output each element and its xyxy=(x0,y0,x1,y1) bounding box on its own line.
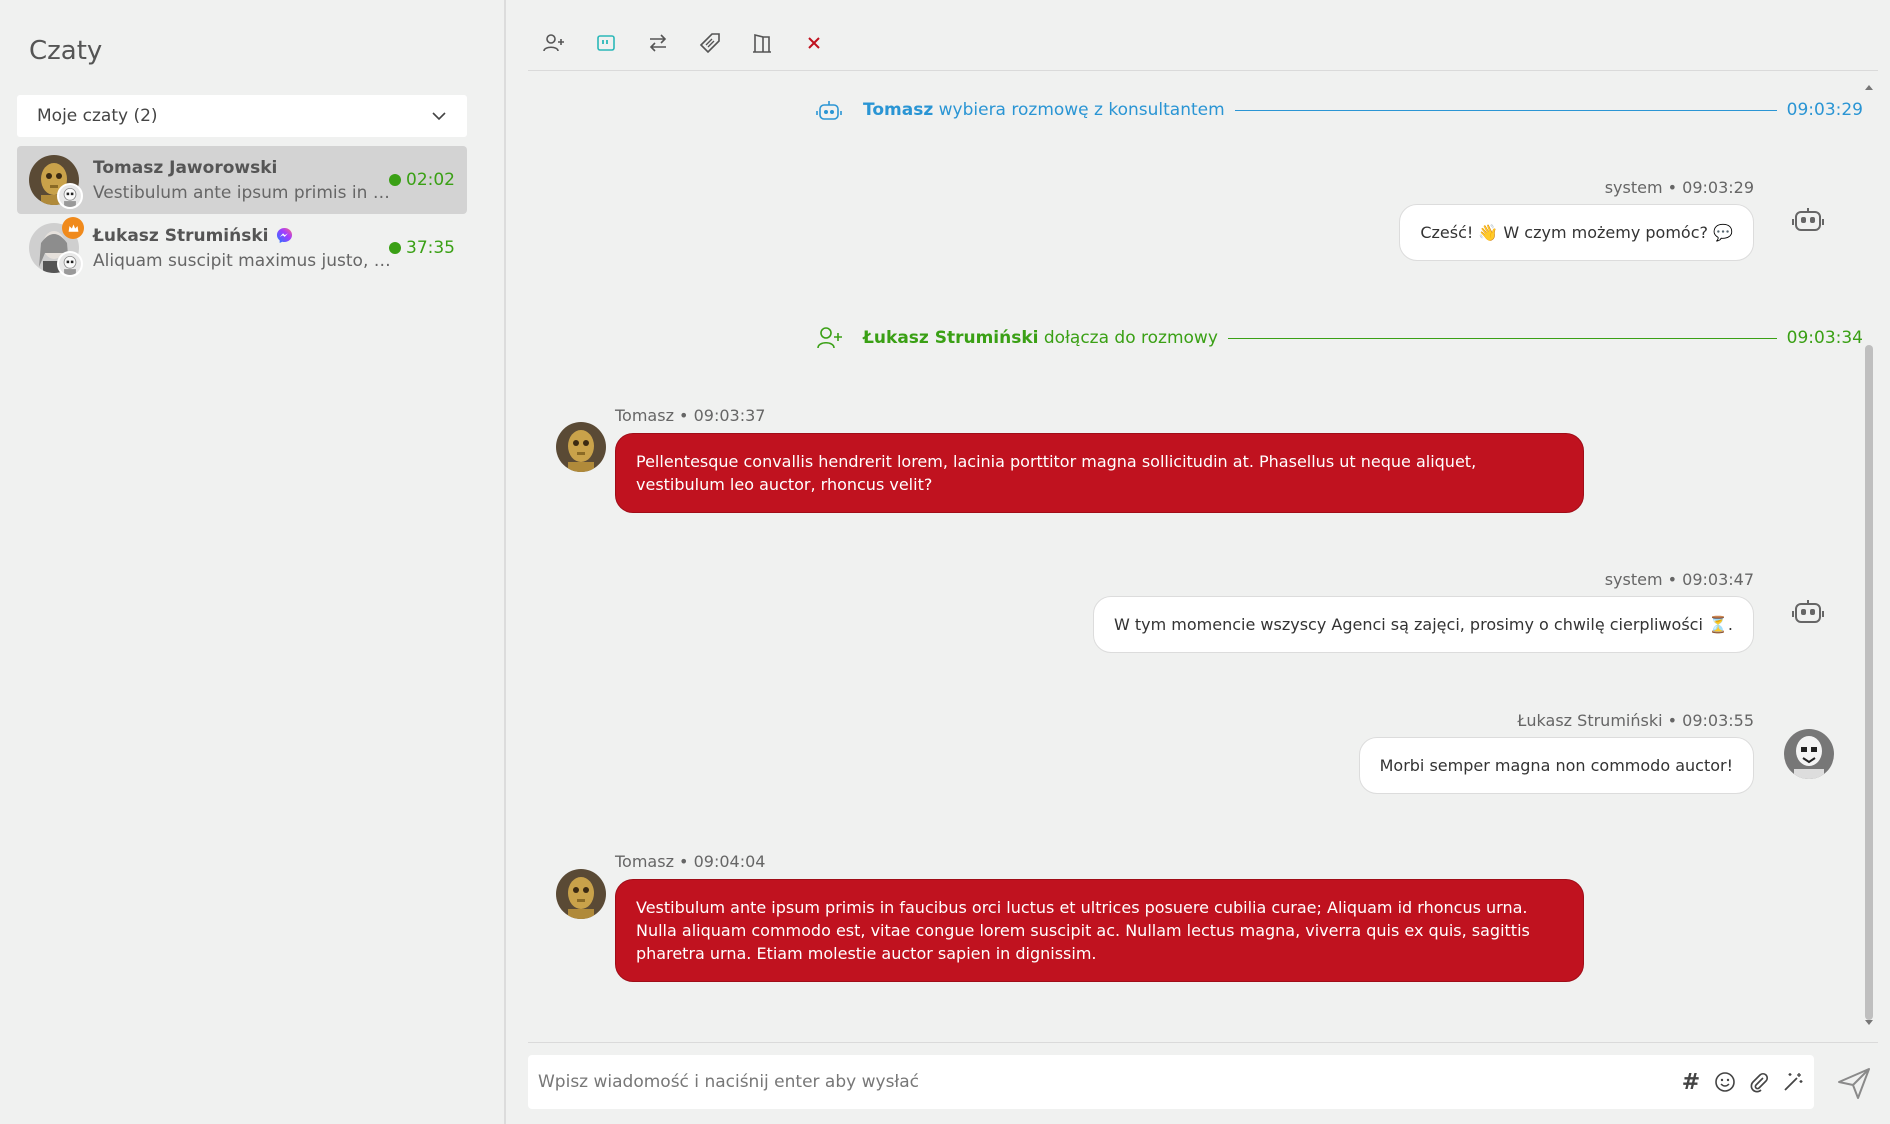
tag-button[interactable] xyxy=(684,22,736,64)
chat-contact-name: Tomasz Jaworowski xyxy=(93,157,278,178)
chat-preview: Aliquam suscipit maximus justo, quis ... xyxy=(93,250,393,271)
chat-list-item[interactable]: Łukasz Strumiński Aliquam suscipit maxim… xyxy=(17,214,467,282)
leave-chat-button[interactable] xyxy=(736,22,788,64)
attachment-button[interactable] xyxy=(1748,1071,1770,1093)
chat-filter-label: Moje czaty (2) xyxy=(37,106,158,126)
chat-preview: Vestibulum ante ipsum primis in fauci... xyxy=(93,182,393,203)
add-user-button[interactable] xyxy=(528,22,580,64)
scroll-thumb[interactable] xyxy=(1865,345,1873,1020)
chat-time: 37:35 xyxy=(406,238,455,258)
bot-icon xyxy=(1792,208,1824,231)
chat-time: 02:02 xyxy=(406,170,455,190)
quote-icon xyxy=(597,35,615,51)
transfer-button[interactable] xyxy=(632,22,684,64)
composer-divider xyxy=(528,1042,1878,1043)
online-status-dot xyxy=(389,242,401,254)
toolbar-divider xyxy=(528,70,1878,71)
event-time: 09:03:29 xyxy=(1786,100,1863,120)
sidebar-title: Czaty xyxy=(29,36,103,66)
message-bubble: Morbi semper magna non commodo auctor! xyxy=(1358,737,1754,794)
message-list: Tomasz wybiera rozmowę z konsultantem 09… xyxy=(528,72,1864,1042)
chat-toolbar xyxy=(528,22,840,64)
system-event: Łukasz Strumiński dołącza do rozmowy 09:… xyxy=(815,324,1863,352)
tag-icon xyxy=(699,33,720,54)
bot-icon xyxy=(1792,600,1824,623)
message-bubble: Vestibulum ante ipsum primis in faucibus… xyxy=(615,879,1584,982)
avatar xyxy=(1784,729,1834,779)
scroll-down-icon[interactable] xyxy=(1865,1020,1873,1025)
agent-avatar-image xyxy=(57,251,83,277)
scroll-up-icon[interactable] xyxy=(1865,85,1873,90)
message-scrollbar[interactable] xyxy=(1862,80,1876,1030)
composer-tools: # xyxy=(1680,1070,1804,1095)
chat-sidebar: Czaty Moje czaty (2) Tomasz Jaworowski V… xyxy=(0,0,506,1124)
message-bubble: Cześć! 👋 W czym możemy pomóc? 💬 xyxy=(1399,204,1754,261)
avatar xyxy=(29,155,83,209)
avatar xyxy=(556,422,606,472)
magic-wand-icon xyxy=(1784,1073,1803,1091)
message-meta: system • 09:03:29 xyxy=(1604,178,1754,197)
send-button[interactable] xyxy=(1834,1063,1874,1103)
chat-filter-dropdown[interactable]: Moje czaty (2) xyxy=(17,95,467,137)
event-user-name: Tomasz xyxy=(863,100,934,120)
leave-icon xyxy=(753,33,771,53)
close-icon xyxy=(808,37,820,49)
agent-avatar-image xyxy=(57,183,83,209)
event-text: dołącza do rozmowy xyxy=(1043,328,1218,348)
message-meta: Tomasz • 09:03:37 xyxy=(615,406,766,425)
event-divider xyxy=(1227,337,1777,339)
chat-timer: 02:02 xyxy=(389,170,455,190)
message-meta: Tomasz • 09:04:04 xyxy=(615,852,766,871)
message-meta: Łukasz Strumiński • 09:03:55 xyxy=(1517,711,1754,730)
event-time: 09:03:34 xyxy=(1786,328,1863,348)
system-event: Tomasz wybiera rozmowę z konsultantem 09… xyxy=(815,96,1863,124)
message-meta: system • 09:03:47 xyxy=(1604,570,1754,589)
send-icon xyxy=(1838,1068,1870,1099)
paperclip-icon xyxy=(1750,1072,1769,1093)
bot-icon xyxy=(815,96,843,124)
message-input[interactable] xyxy=(538,1072,1680,1092)
chevron-down-icon xyxy=(432,112,446,121)
emoji-icon xyxy=(1715,1072,1735,1092)
avatar xyxy=(556,869,606,919)
event-divider xyxy=(1234,109,1777,111)
chat-list-item[interactable]: Tomasz Jaworowski Vestibulum ante ipsum … xyxy=(17,146,467,214)
transfer-icon xyxy=(649,34,667,52)
chat-timer: 37:35 xyxy=(389,238,455,258)
event-text: wybiera rozmowę z konsultantem xyxy=(938,100,1225,120)
close-chat-button[interactable] xyxy=(788,22,840,64)
avatar xyxy=(29,217,84,277)
event-user-name: Łukasz Strumiński xyxy=(863,328,1039,348)
crown-icon xyxy=(62,217,84,239)
message-bubble: W tym momencie wszyscy Agenci są zajęci,… xyxy=(1092,596,1754,653)
quote-button[interactable] xyxy=(580,22,632,64)
emoji-button[interactable] xyxy=(1714,1071,1736,1093)
message-composer: # xyxy=(528,1055,1814,1109)
message-bubble: Pellentesque convallis hendrerit lorem, … xyxy=(615,433,1584,513)
messenger-icon xyxy=(277,227,293,244)
magic-wand-button[interactable] xyxy=(1782,1071,1804,1093)
add-user-icon xyxy=(815,324,843,352)
add-user-icon xyxy=(543,34,564,52)
hashtag-button[interactable]: # xyxy=(1680,1070,1702,1095)
chat-contact-name: Łukasz Strumiński xyxy=(93,225,269,246)
online-status-dot xyxy=(389,174,401,186)
